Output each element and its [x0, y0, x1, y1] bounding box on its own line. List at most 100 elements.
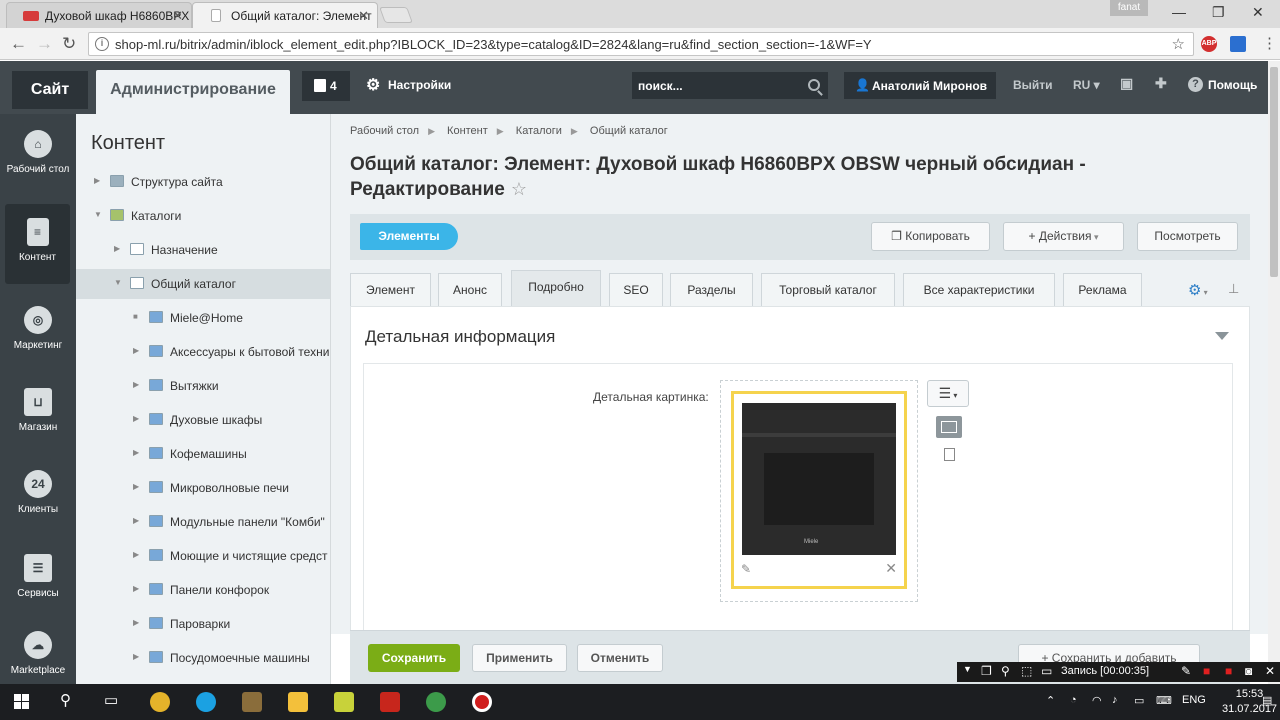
chevron-right-icon[interactable]: ▶	[94, 176, 100, 185]
tab-all-properties[interactable]: Все характеристики	[903, 273, 1055, 306]
image-dropzone[interactable]: Miele ✎ ✕	[720, 380, 918, 602]
filezilla-icon[interactable]	[380, 692, 400, 712]
tree-item[interactable]: ▶ Моющие и чистящие средст	[76, 541, 330, 571]
file-icon[interactable]	[944, 448, 955, 461]
browser-tab-2[interactable]: Общий каталог: Элемент ✕	[192, 2, 378, 28]
dropdown-icon[interactable]: ▼	[963, 664, 972, 674]
muse-icon[interactable]	[334, 692, 354, 712]
apply-button[interactable]: Применить	[472, 644, 567, 672]
close-window-icon[interactable]: ✕	[1252, 4, 1264, 21]
recorder-app-icon[interactable]	[472, 692, 492, 712]
network-icon[interactable]: ◔	[1070, 694, 1077, 706]
chevron-right-icon[interactable]: ▶	[133, 448, 139, 457]
tree-item[interactable]: ▶ Микроволновые печи	[76, 473, 330, 503]
search-icon[interactable]: ⚲	[60, 691, 71, 709]
pencil-icon[interactable]: ✎	[1181, 664, 1191, 678]
tree-item[interactable]: ▶ Назначение	[76, 235, 330, 265]
wifi-icon[interactable]: ◠	[1092, 694, 1102, 707]
tab-settings-gear-icon[interactable]: ⚙ ▾	[1188, 281, 1208, 299]
region-icon[interactable]: ⬚	[1021, 664, 1032, 678]
chevron-right-icon[interactable]: ▶	[133, 584, 139, 593]
tree-item[interactable]: ▶ Панели конфорок	[76, 575, 330, 605]
search-input[interactable]: поиск...	[632, 72, 828, 99]
tab-sections[interactable]: Разделы	[670, 273, 753, 306]
site-button[interactable]: Сайт	[12, 71, 88, 109]
notifications-button[interactable]: 4	[302, 71, 350, 101]
tree-item[interactable]: ▼ Общий каталог	[76, 269, 330, 299]
tab-announce[interactable]: Анонс	[438, 273, 502, 306]
chrome-icon-2[interactable]	[426, 692, 446, 712]
bookmark-star-icon[interactable]: ☆	[1172, 35, 1185, 53]
tab-seo[interactable]: SEO	[609, 273, 663, 306]
adblock-icon[interactable]: ABP	[1201, 36, 1217, 52]
chevron-right-icon[interactable]: ▶	[133, 346, 139, 355]
favorite-star-icon[interactable]: ☆	[511, 179, 527, 199]
chevron-right-icon[interactable]: ▶	[133, 550, 139, 559]
menu-item-services[interactable]: ☰ Сервисы	[0, 540, 76, 620]
panel-toggle-icon[interactable]: ▣	[1120, 75, 1133, 92]
url-input[interactable]: i shop-ml.ru/bitrix/admin/iblock_element…	[88, 32, 1194, 56]
tree-item[interactable]: ▶ Пароварки	[76, 609, 330, 639]
menu-item-desktop[interactable]: ⌂ Рабочий стол	[0, 116, 76, 196]
save-button[interactable]: Сохранить	[368, 644, 460, 672]
administration-tab[interactable]: Администрирование	[96, 70, 290, 114]
close-icon[interactable]: ✕	[1265, 664, 1275, 678]
tree-item[interactable]: ▶ Кофемашины	[76, 439, 330, 469]
input-language[interactable]: ENG	[1182, 694, 1206, 706]
chevron-right-icon[interactable]: ▶	[133, 618, 139, 627]
settings-button[interactable]: ⚙ Настройки	[366, 77, 451, 94]
tree-item[interactable]: ▶ Духовые шкафы	[76, 405, 330, 435]
close-icon[interactable]: ✕	[885, 560, 897, 577]
breadcrumb-item[interactable]: Каталоги	[516, 125, 562, 137]
chrome-menu-icon[interactable]: ⋮	[1262, 34, 1277, 52]
menu-item-marketing[interactable]: ◎ Маркетинг	[0, 292, 76, 372]
bookmark-ext-icon[interactable]	[1230, 36, 1246, 52]
camera-icon[interactable]: ◙	[1245, 664, 1252, 678]
language-select[interactable]: RU ▾	[1073, 78, 1100, 92]
skype-icon[interactable]	[196, 692, 216, 712]
chrome-icon[interactable]	[150, 692, 170, 712]
info-icon[interactable]: i	[95, 37, 109, 51]
page-scrollbar[interactable]	[1268, 61, 1280, 684]
browser-tab-1[interactable]: Духовой шкаф H6860BPX ✕	[6, 2, 192, 28]
maximize-icon[interactable]: ❐	[1212, 4, 1225, 21]
archive-icon[interactable]	[242, 692, 262, 712]
notification-center-icon[interactable]: ▤	[1262, 694, 1272, 707]
menu-item-shop[interactable]: ⊔ Магазин	[0, 374, 76, 454]
chevron-right-icon[interactable]: ▶	[133, 414, 139, 423]
chevron-right-icon[interactable]: ▶	[133, 380, 139, 389]
breadcrumb-item[interactable]: Рабочий стол	[350, 125, 419, 137]
chevron-right-icon[interactable]: ■	[133, 312, 138, 321]
chevron-right-icon[interactable]: ▶	[114, 244, 120, 253]
close-tab-icon[interactable]: ✕	[172, 8, 183, 24]
chevron-right-icon[interactable]: ▶	[133, 516, 139, 525]
pencil-icon[interactable]: ✎	[741, 562, 751, 576]
tree-item[interactable]: ▶ Аксессуары к бытовой техни	[76, 337, 330, 367]
zoom-icon[interactable]: ⚲	[1001, 664, 1010, 678]
breadcrumb-item[interactable]: Контент	[447, 125, 488, 137]
task-view-icon[interactable]: ▭	[104, 691, 118, 709]
volume-icon[interactable]: ♪	[1112, 694, 1118, 706]
tree-item[interactable]: ▶ Модульные панели "Комби"	[76, 507, 330, 537]
menu-item-content[interactable]: ≡ Контент	[5, 204, 70, 284]
tree-item[interactable]: ▼ Каталоги	[76, 201, 330, 231]
tree-item[interactable]: ▶ Посудомоечные машины	[76, 643, 330, 673]
pin-icon[interactable]: ✚	[1155, 75, 1167, 92]
help-button[interactable]: ? Помощь	[1188, 77, 1257, 92]
battery-icon[interactable]: ▭	[1134, 694, 1144, 707]
image-library-icon[interactable]	[936, 416, 962, 438]
keyboard-icon[interactable]: ⌨	[1156, 694, 1172, 707]
tab-detail[interactable]: Подробно	[511, 270, 601, 306]
collapse-triangle-icon[interactable]	[1215, 332, 1229, 340]
cancel-button[interactable]: Отменить	[577, 644, 663, 672]
file-explorer-icon[interactable]	[288, 692, 308, 712]
tab-element[interactable]: Элемент	[350, 273, 431, 306]
chevron-right-icon[interactable]: ▶	[133, 482, 139, 491]
tab-trade-catalog[interactable]: Торговый каталог	[761, 273, 895, 306]
forward-arrow-icon[interactable]: →	[36, 34, 53, 54]
logout-link[interactable]: Выйти	[1013, 78, 1053, 92]
scrollbar-thumb[interactable]	[1270, 67, 1278, 277]
image-preview[interactable]: Miele ✎ ✕	[731, 391, 907, 589]
tree-item[interactable]: ▶ Структура сайта	[76, 167, 330, 197]
search-icon[interactable]	[808, 79, 820, 91]
